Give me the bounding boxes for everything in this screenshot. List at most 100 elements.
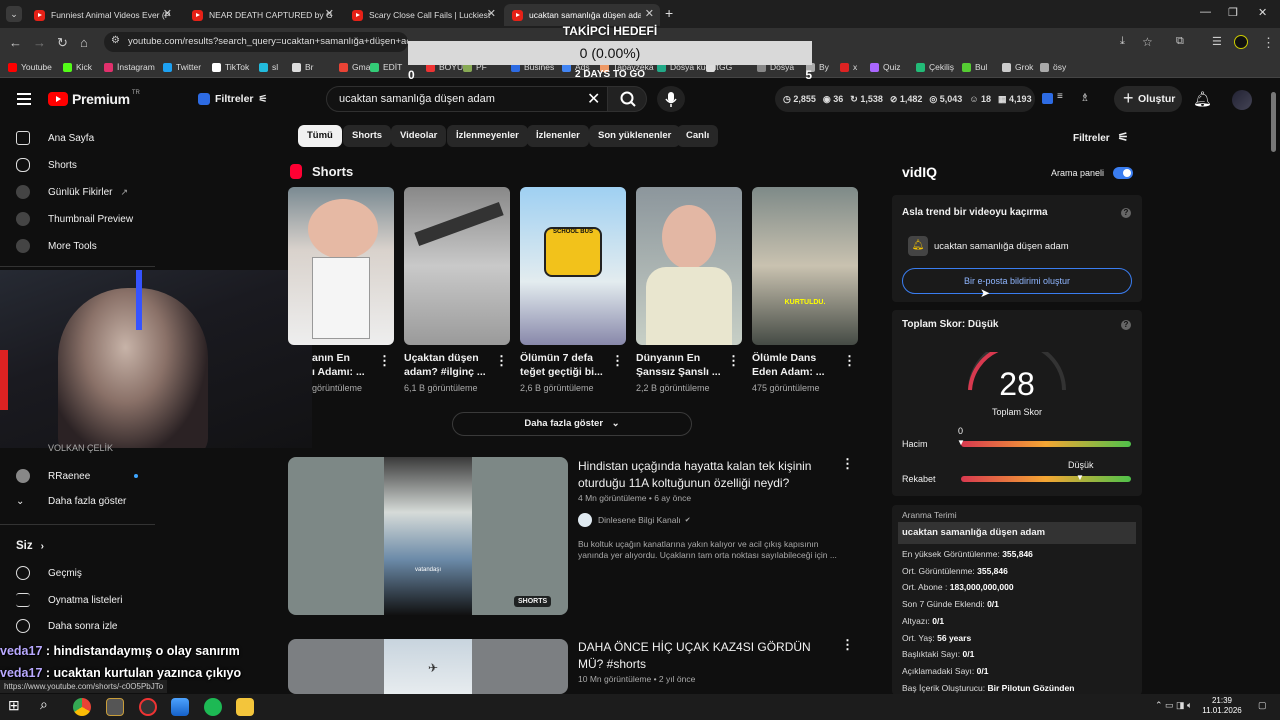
bookmark-item[interactable]: Quiz <box>870 62 900 72</box>
sidebar-item-history[interactable]: Geçmiş <box>16 566 82 580</box>
account-avatar[interactable] <box>1232 90 1252 110</box>
photo-app-icon[interactable] <box>171 698 189 716</box>
search-button[interactable] <box>607 86 647 112</box>
reading-list-icon[interactable]: ☰ <box>1212 35 1222 48</box>
trophy-icon[interactable]: ♗ <box>1080 91 1090 104</box>
help-icon[interactable]: ? <box>1121 320 1131 330</box>
create-button[interactable]: Oluştur <box>1114 85 1182 112</box>
tray-icons[interactable]: ⌃ ▭ ◨ 🔈︎ <box>1155 700 1192 711</box>
profile-avatar[interactable] <box>1234 35 1248 49</box>
vidiq-filters-button[interactable]: Filtreler ⚟ <box>198 88 267 110</box>
home-icon[interactable]: ⌂ <box>80 35 88 50</box>
file-explorer-icon[interactable] <box>236 698 254 716</box>
sidebar-subscription[interactable]: RRaenee <box>16 469 139 483</box>
browser-menu-icon[interactable]: ⋮ <box>1262 35 1275 51</box>
bookmark-item[interactable]: Kick <box>63 62 92 72</box>
sidebar-subscription[interactable]: VOLKAN ÇELİK <box>16 443 113 453</box>
search-panel-toggle[interactable] <box>1113 167 1133 179</box>
spotify-icon[interactable] <box>204 698 222 716</box>
search-input[interactable]: ucaktan samanlığa düşen adam <box>326 86 608 112</box>
video-title[interactable]: Hindistan uçağında hayatta kalan tek kiş… <box>578 458 828 492</box>
notifications-bell-icon[interactable]: 🔔︎ <box>1193 90 1212 108</box>
sidebar-item-playlists[interactable]: Oynatma listeleri <box>16 593 122 607</box>
menu-icon[interactable] <box>17 93 31 105</box>
sidebar-show-more[interactable]: ⌄ Daha fazla göster <box>16 496 126 507</box>
close-icon[interactable]: ✕ <box>163 7 172 20</box>
close-icon[interactable]: ✕ <box>487 7 496 20</box>
tab-funniest[interactable]: Funniest Animal Videos Ever (P ✕ <box>26 4 178 26</box>
bookmark-item[interactable]: x <box>840 62 857 72</box>
short-thumbnail[interactable] <box>404 187 510 345</box>
video-title[interactable]: DAHA ÖNCE HİÇ UÇAK KAZ4SI GÖRDÜN MÜ? #sh… <box>578 639 828 673</box>
help-icon[interactable]: ? <box>1121 208 1131 218</box>
back-icon[interactable]: ← <box>9 35 22 50</box>
bookmark-item[interactable]: Çekiliş <box>916 62 954 72</box>
bookmark-item[interactable]: TikTok <box>212 62 249 72</box>
site-info-icon[interactable]: ⚙ <box>111 35 120 46</box>
more-actions-icon[interactable]: ⋮ <box>727 353 740 369</box>
windows-start-icon[interactable]: ⊞ <box>8 697 26 715</box>
close-icon[interactable]: ✕ <box>325 7 334 20</box>
stat-item[interactable]: ⊘ 1,482 <box>890 94 923 105</box>
bookmark-item[interactable]: Br <box>292 62 314 72</box>
video-thumbnail[interactable]: ✈ <box>288 639 568 694</box>
bookmark-item[interactable]: Twitter <box>163 62 201 72</box>
bookmark-item[interactable]: Grok <box>1002 62 1033 72</box>
sidebar-item-daily-ideas[interactable]: Günlük Fikirler ↗ <box>16 185 128 199</box>
filters-button[interactable]: Filtreler ⚟ <box>1073 130 1128 144</box>
taskbar-search-icon[interactable]: ⌕ <box>40 696 58 714</box>
download-icon[interactable]: ⤓ <box>1120 35 1125 48</box>
sidebar-item-shorts[interactable]: Shorts <box>16 158 77 172</box>
notification-center-icon[interactable]: ▢ <box>1258 700 1267 711</box>
chip-watched[interactable]: İzlenenler <box>527 125 589 147</box>
reload-icon[interactable]: ↻ <box>57 35 68 51</box>
youtube-logo[interactable]: Premium TR <box>48 90 140 107</box>
chip-unwatched[interactable]: İzlenmeyenler <box>447 125 528 147</box>
bookmark-item[interactable]: Gmail <box>339 62 374 72</box>
short-title[interactable]: Uçaktan düşen adam? #ilginç ... <box>404 351 498 379</box>
vidiq-stats-bar[interactable]: ◷ 2,855 ◉ 36 ↻ 1,538 ⊘ 1,482 ◎ 5,043 ☺ 18 ▦ 4,… <box>775 86 1035 112</box>
stat-item[interactable]: ◷ 2,855 <box>783 94 816 105</box>
stat-item[interactable]: ▦ 4,193 <box>998 94 1032 105</box>
sidebar-item-thumbnail-preview[interactable]: Thumbnail Preview <box>16 212 133 226</box>
tab-list-icon[interactable]: ⌄ <box>6 6 22 22</box>
list-icon[interactable]: ≡ <box>1057 91 1063 102</box>
chip-videos[interactable]: Videolar <box>391 125 447 147</box>
stat-item[interactable]: ↻ 1,538 <box>850 94 883 105</box>
more-actions-icon[interactable]: ⋮ <box>495 353 508 369</box>
stat-item[interactable]: ☺ 18 <box>969 94 991 104</box>
video-thumbnail[interactable]: vatandaşı SHORTS <box>288 457 568 615</box>
window-close-icon[interactable]: ✕ <box>1258 6 1267 19</box>
more-actions-icon[interactable]: ⋮ <box>841 637 854 653</box>
short-thumbnail[interactable] <box>636 187 742 345</box>
channel-row[interactable]: Dinlesene Bilgi Kanalı ✔ <box>578 513 691 527</box>
short-thumbnail[interactable]: KURTULDU. <box>752 187 858 345</box>
chip-live[interactable]: Canlı <box>677 125 719 147</box>
sidebar-item-home[interactable]: Ana Sayfa <box>16 131 94 145</box>
short-title[interactable]: Ölümle Dans Eden Adam: ... <box>752 351 846 379</box>
sidebar-item-more-tools[interactable]: More Tools <box>16 239 97 253</box>
short-thumbnail[interactable]: SCHOOL BUS <box>520 187 626 345</box>
app-icon[interactable] <box>139 698 157 716</box>
sidebar-item-watch-later[interactable]: Daha sonra izle <box>16 619 117 633</box>
bookmark-item[interactable]: İnstagram <box>104 62 155 72</box>
more-actions-icon[interactable]: ⋮ <box>378 353 391 369</box>
more-actions-icon[interactable]: ⋮ <box>843 353 856 369</box>
bookmark-star-icon[interactable]: ☆ <box>1142 35 1153 49</box>
minimize-icon[interactable]: — <box>1200 6 1211 18</box>
more-actions-icon[interactable]: ⋮ <box>611 353 624 369</box>
bookmark-item[interactable]: ösy <box>1040 62 1066 72</box>
short-title[interactable]: anın En ı Adamı: ... <box>312 351 372 379</box>
short-title[interactable]: Dünyanın En Şanssız Şanslı ... <box>636 351 730 379</box>
chip-recent[interactable]: Son yüklenenler <box>589 125 681 147</box>
show-more-shorts-button[interactable]: Daha fazla göster ⌄ <box>452 412 692 436</box>
restore-icon[interactable]: ❐ <box>1228 6 1238 19</box>
bookmark-item[interactable]: EDİT <box>370 62 402 72</box>
url-field[interactable]: youtube.com/results?search_query=ucaktan… <box>104 32 408 52</box>
voice-search-button[interactable] <box>657 86 685 112</box>
bookmark-item[interactable]: Bul <box>962 62 987 72</box>
sidebar-you-header[interactable]: Siz › <box>16 540 44 552</box>
vidiq-icon[interactable] <box>1042 93 1053 104</box>
new-tab-icon[interactable]: + <box>665 5 673 21</box>
tab-near-death[interactable]: NEAR DEATH CAPTURED by G ✕ <box>184 4 340 26</box>
